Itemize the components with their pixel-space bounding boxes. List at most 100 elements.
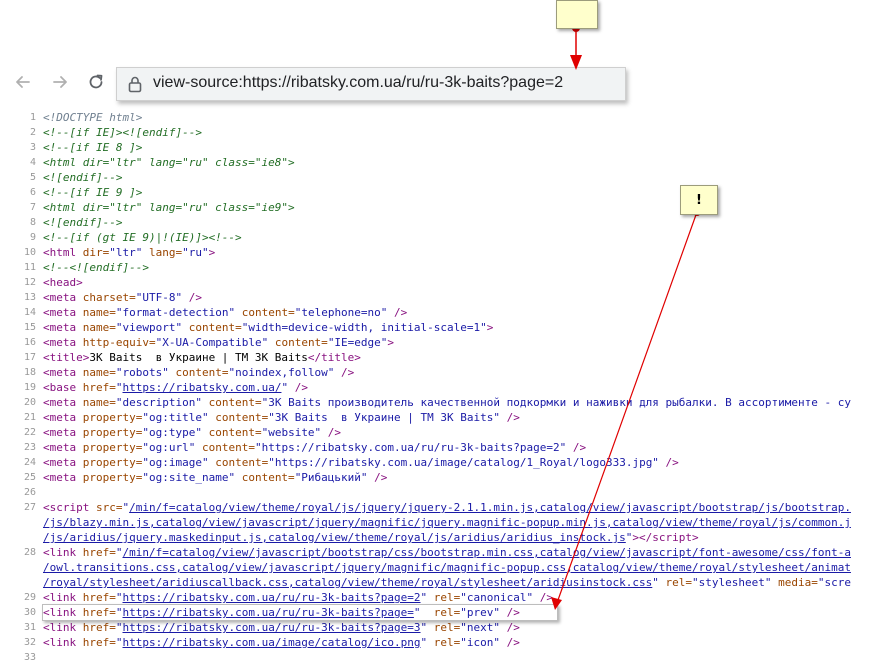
source-line: 29 <link href="https://ribatsky.com.ua/ru… [0, 590, 896, 605]
code-token: "3K Baits в Украине | ТМ 3K Baits" [268, 411, 500, 424]
code-token: content= [195, 441, 255, 454]
line-code: <html dir="ltr" lang="ru" class="ie8"> [43, 155, 295, 170]
code-token: name= [82, 306, 116, 319]
code-token: <meta [43, 471, 83, 484]
source-link[interactable]: https://ribatsky.com.ua/ [123, 381, 282, 394]
line-code: /owl.transitions.css,catalog/view/javasc… [43, 560, 851, 575]
source-line: 10 <html dir="ltr" lang="ru"> [0, 245, 896, 260]
code-token: /> [500, 621, 520, 634]
code-token: "format-detection" [115, 306, 236, 319]
source-line: /js/aridius/jquery.maskedinput.js,catalo… [0, 530, 896, 545]
line-code: <!--[if (gt IE 9)|!(IE)]><!--> [43, 230, 242, 245]
line-code: <meta property="og:image" content="https… [43, 455, 679, 470]
source-link[interactable]: https://ribatsky.com.ua/ru/ru-3k-baits?p… [123, 591, 421, 604]
line-number: 27 [23, 502, 36, 513]
code-token: href= [82, 621, 116, 634]
code-token: content= [201, 396, 262, 409]
source-line: 2 <!--[if IE]><![endif]--> [0, 125, 896, 140]
code-token: "ru" [182, 246, 209, 259]
source-line: 4 <html dir="ltr" lang="ru" class="ie8"> [0, 155, 896, 170]
line-code: <meta property="og:type" content="websit… [43, 425, 341, 440]
code-token: href= [82, 381, 116, 394]
line-code: <!--[if IE 9 ]> [43, 185, 142, 200]
line-number: 29 [23, 592, 36, 603]
code-token: "telephone=no" [294, 306, 388, 319]
code-token: <meta [43, 441, 83, 454]
code-token: "https://ribatsky.com.ua/ru/ru-3k-baits?… [254, 441, 567, 454]
line-code: <!DOCTYPE html> [43, 110, 142, 125]
source-link[interactable]: /js/blazy.min.js,catalog/view/javascript… [43, 516, 851, 529]
source-link[interactable]: https://ribatsky.com.ua/image/catalog/ic… [123, 636, 421, 649]
source-line: 25 <meta property="og:site_name" content=… [0, 470, 896, 485]
code-token: <link [43, 621, 83, 634]
back-button[interactable] [12, 71, 34, 93]
source-link[interactable]: /royal/stylesheet/aridiuscallback.css,ca… [43, 576, 652, 589]
line-code: <link href="/min/f=catalog/view/javascri… [43, 545, 851, 560]
code-token: "og:title" [142, 411, 209, 424]
code-token: /> [566, 441, 587, 454]
line-code: <meta property="og:url" content="https:/… [43, 440, 586, 455]
line-number: 28 [23, 547, 36, 558]
line-number: 33 [23, 652, 36, 661]
code-token: <base [43, 381, 83, 394]
top-note[interactable] [556, 0, 598, 29]
line-number: 17 [23, 352, 36, 363]
source-link[interactable]: /min/f=catalog/view/theme/royal/js/jquer… [129, 501, 851, 514]
source-link[interactable]: https://ribatsky.com.ua/ru/ru-3k-baits?p… [123, 621, 421, 634]
forward-button[interactable] [49, 71, 71, 93]
code-token: " [115, 591, 123, 604]
line-code: /js/blazy.min.js,catalog/view/javascript… [43, 515, 851, 530]
source-line: 32 <link href="https://ribatsky.com.ua/im… [0, 635, 896, 650]
code-token: rel= [427, 636, 461, 649]
code-token: "Рибацький" [294, 471, 368, 484]
code-token: content= [235, 306, 295, 319]
code-token: content= [182, 321, 242, 334]
source-link[interactable]: /min/f=catalog/view/javascript/bootstrap… [123, 546, 851, 559]
source-line: 3 <!--[if IE 8 ]> [0, 140, 896, 155]
code-token: "robots" [115, 366, 169, 379]
code-token: " [115, 621, 123, 634]
source-link[interactable]: /owl.transitions.css,catalog/view/javasc… [43, 561, 851, 574]
code-token: <meta [43, 321, 83, 334]
line-number: 3 [29, 142, 36, 153]
source-link[interactable]: /js/aridius/jquery.maskedinput.js,catalo… [43, 531, 626, 544]
line-number: 25 [23, 472, 36, 483]
line-number: 16 [23, 337, 36, 348]
code-token: <html dir="ltr" lang="ru" class="ie8"> [43, 156, 295, 169]
reload-button[interactable] [85, 71, 107, 93]
code-token: property= [82, 426, 143, 439]
code-token: <!--<![endif]--> [43, 261, 149, 274]
code-token: <meta [43, 411, 83, 424]
code-token: dir= [82, 246, 110, 259]
address-url: view-source:https://ribatsky.com.ua/ru/r… [153, 74, 564, 91]
code-token: <link [43, 546, 83, 559]
code-token: "og:type" [142, 426, 202, 439]
line-number [0, 515, 43, 530]
address-bar[interactable]: view-source:https://ribatsky.com.ua/ru/r… [116, 67, 626, 101]
line-code: /js/aridius/jquery.maskedinput.js,catalo… [43, 530, 699, 545]
line-number: 7 [29, 202, 36, 213]
line-code: <![endif]--> [43, 170, 122, 185]
line-number: 10 [23, 247, 36, 258]
code-token: http-equiv= [82, 336, 156, 349]
line-number: 22 [23, 427, 36, 438]
code-token: " [115, 636, 123, 649]
source-line: 15 <meta name="viewport" content="width=d… [0, 320, 896, 335]
code-token: "viewport" [115, 321, 183, 334]
code-token: /> [387, 306, 408, 319]
source-line: 11 <!--<![endif]--> [0, 260, 896, 275]
mid-note-label: ! [696, 192, 702, 208]
line-number: 20 [23, 397, 36, 408]
code-token: property= [82, 471, 143, 484]
lock-icon[interactable] [127, 75, 143, 93]
line-code: <title>3K Baits в Украине | ТМ 3K Baits<… [43, 350, 361, 365]
code-token: /> [288, 381, 308, 394]
mid-note[interactable]: ! [680, 185, 718, 215]
code-token: <html [43, 246, 83, 259]
code-token: content= [168, 366, 229, 379]
line-code: <![endif]--> [43, 215, 122, 230]
code-token: lang= [142, 246, 183, 259]
source-line: 17 <title>3K Baits в Украине | ТМ 3K Bait… [0, 350, 896, 365]
code-token: > [692, 531, 699, 544]
line-code: <link href="https://ribatsky.com.ua/ru/r… [43, 620, 520, 635]
